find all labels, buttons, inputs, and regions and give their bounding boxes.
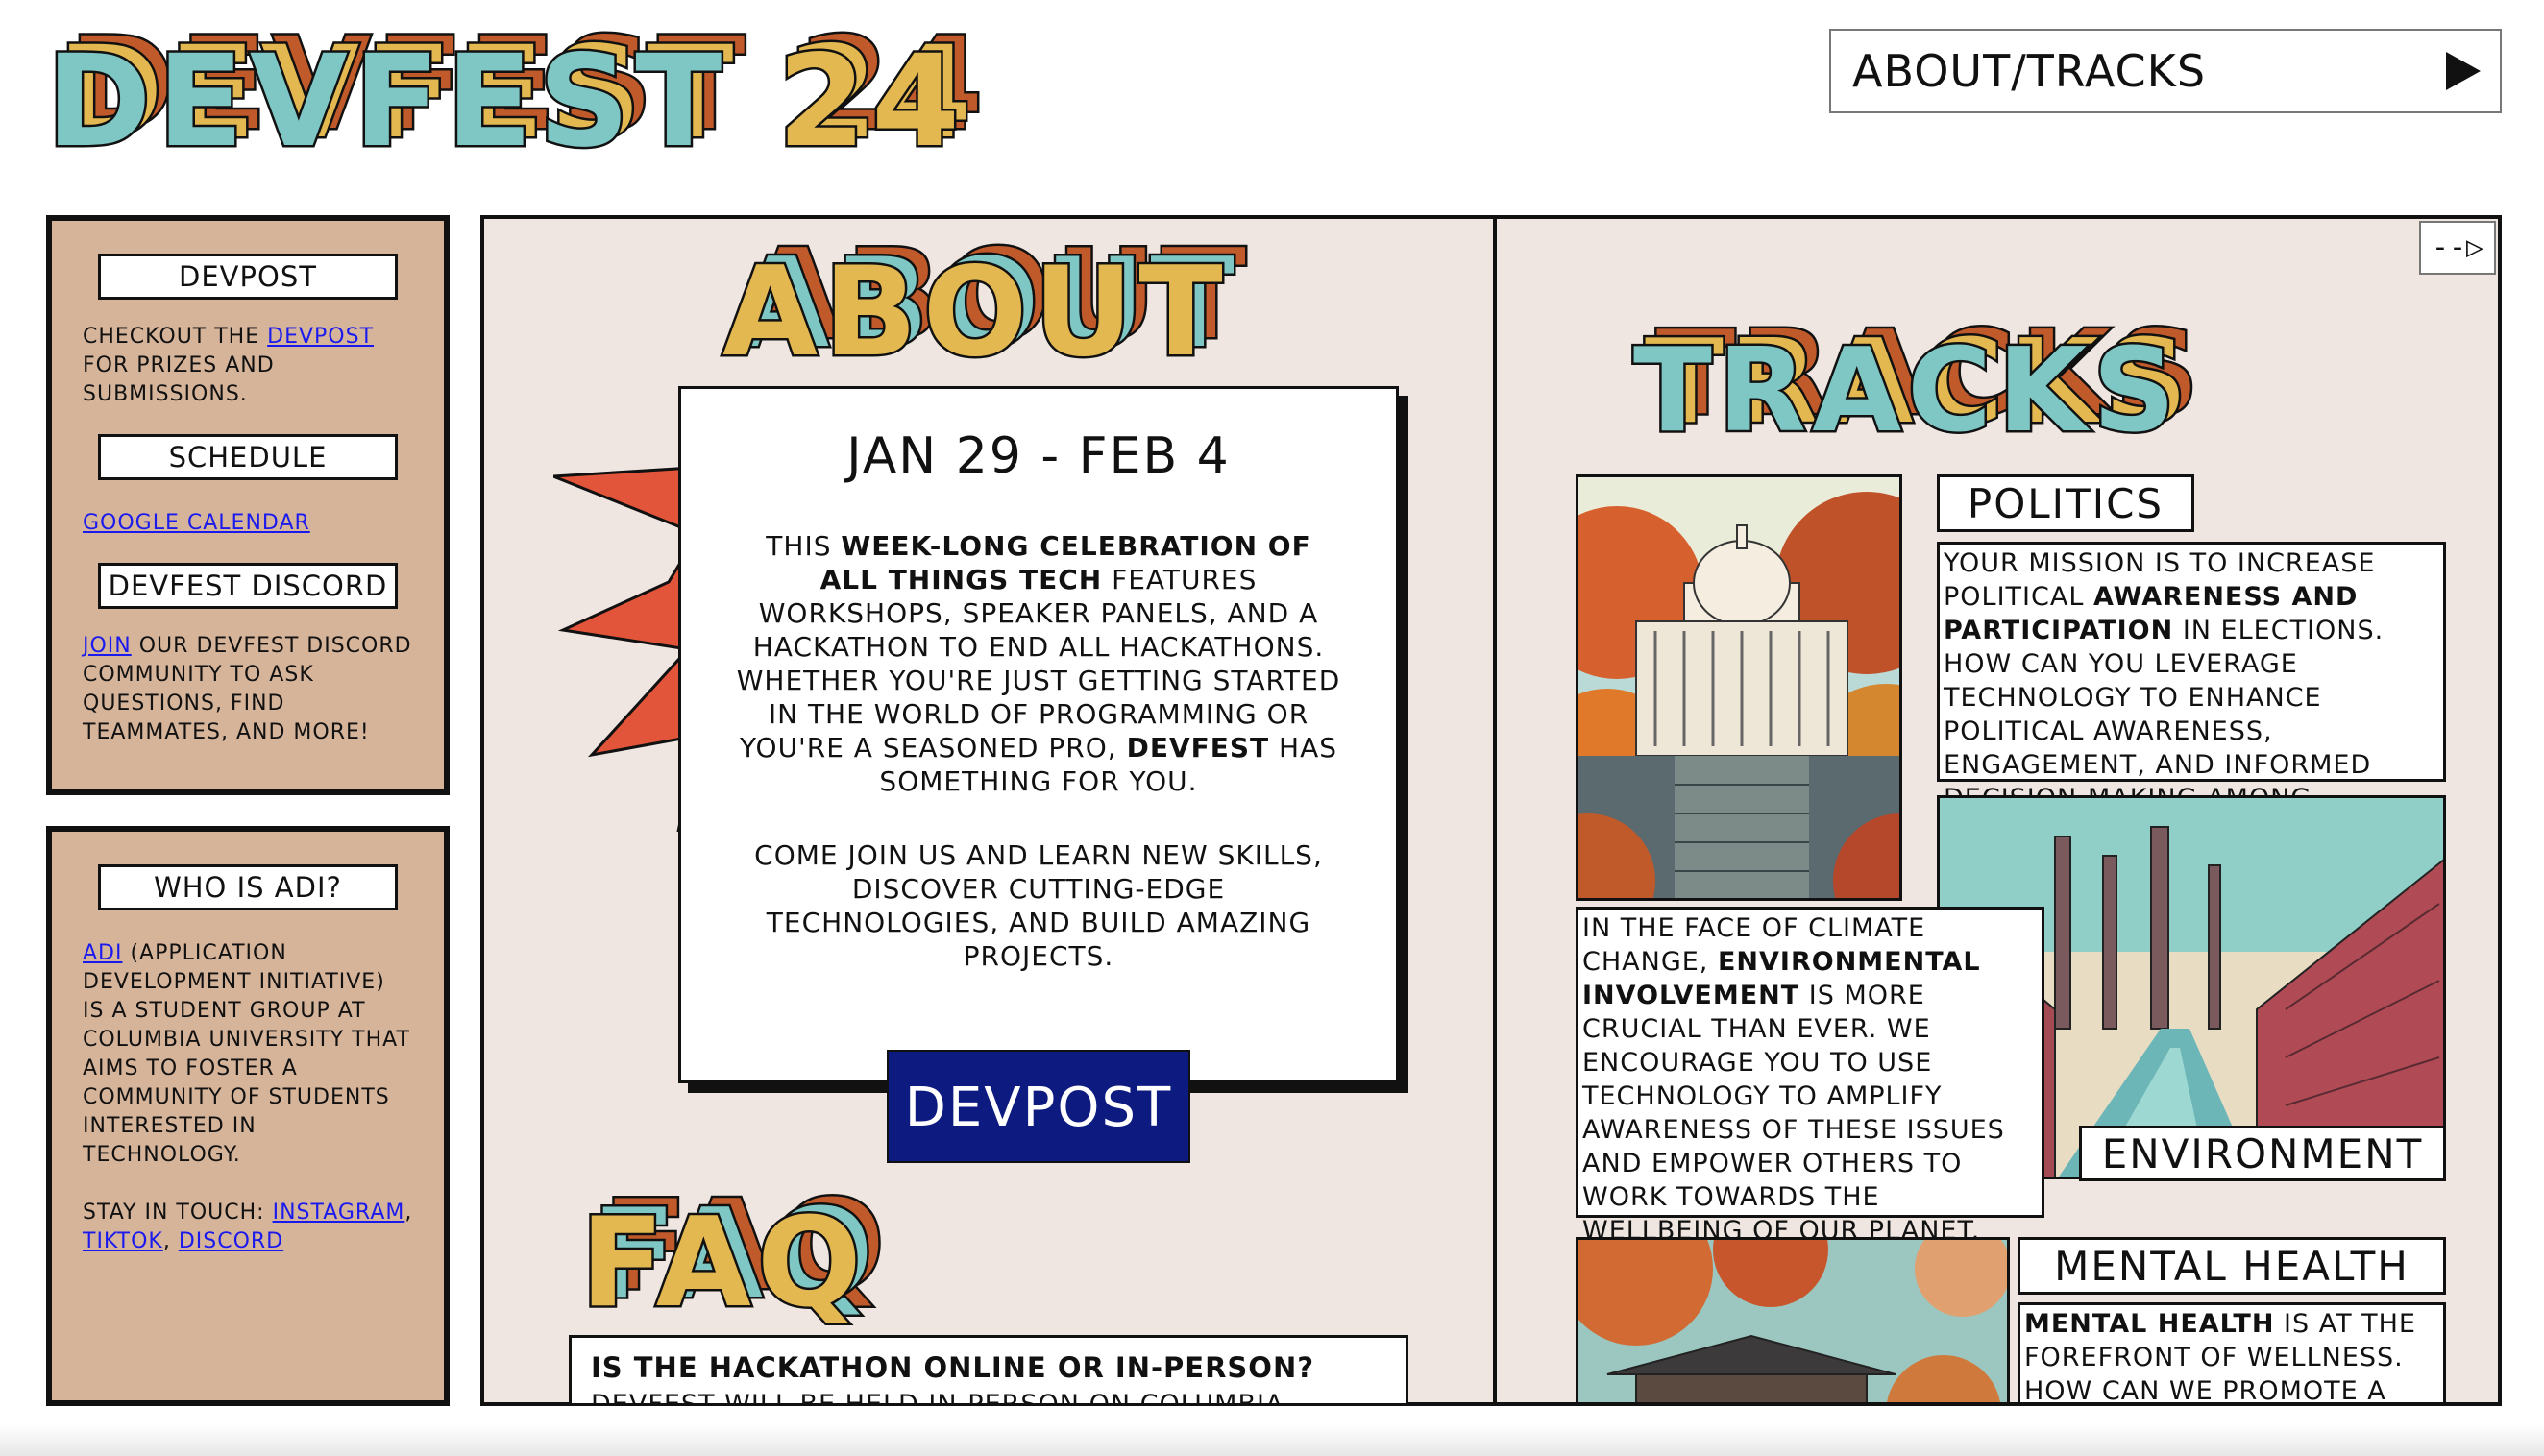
nav-label: ABOUT/TRACKS [1852,45,2207,97]
link-separator: , [404,1201,413,1225]
devpost-text: CHECKOUT THE DEVPOST FOR PRIZES AND SUBM… [52,323,444,409]
faq-answer: DEVFEST WILL BE HELD IN-PERSON ON COLUMB… [591,1390,1284,1406]
devpost-text-after: FOR PRIZES AND SUBMISSIONS. [83,353,275,406]
play-triangle-icon [2446,52,2481,90]
sidebar-card-devpost: DEVPOST CHECKOUT THE DEVPOST FOR PRIZES … [46,215,450,795]
nav-about-tracks[interactable]: ABOUT/TRACKS [1829,29,2502,113]
mental-health-description: MENTAL HEALTH IS AT THE FOREFRONT OF WEL… [2018,1302,2446,1402]
mental-health-desc-bold: MENTAL HEALTH [2024,1309,2275,1339]
politics-description: YOUR MISSION IS TO INCREASE POLITICAL AW… [1937,542,2446,847]
adi-text-after: (APPLICATION DEVELOPMENT INITIATIVE) IS … [83,941,410,1167]
site-title-year: 24 [775,28,966,176]
schedule-heading: SCHEDULE [98,434,398,480]
about-body-1: THIS [766,530,842,562]
tiktok-link[interactable]: TIKTOK [83,1229,163,1253]
politics-image [1576,474,1902,901]
discord-text-after: OUR DEVFEST DISCORD COMMUNITY TO ASK QUE… [83,634,412,744]
faq-question: IS THE HACKATHON ONLINE OR IN-PERSON? [591,1351,1315,1384]
adi-text: ADI (APPLICATION DEVELOPMENT INITIATIVE)… [52,939,444,1170]
faq-title: FAQ FAQ FAQ [578,1175,891,1335]
site-title: DEVFEST 24 DEVFEST 24 DEVFEST 24 [43,11,990,176]
mental-health-image [1576,1237,2010,1402]
environment-desc-2: IS MORE CRUCIAL THAN EVER. WE ENCOURAGE … [1582,981,2005,1246]
about-card: JAN 29 - FEB 4 THIS WEEK-LONG CELEBRATIO… [678,386,1399,1163]
about-date: JAN 29 - FEB 4 [846,427,1231,485]
discord-link[interactable]: DISCORD [179,1229,283,1253]
link-separator: , [162,1229,179,1253]
instagram-link[interactable]: INSTAGRAM [273,1201,405,1225]
mental-health-label: MENTAL HEALTH [2018,1237,2446,1295]
tracks-title: TRACKS TRACKS TRACKS [1631,307,2205,458]
page-bottom-shadow [0,1425,2544,1456]
devpost-button[interactable]: DEVPOST [887,1050,1190,1163]
about-title: ABOUT ABOUT ABOUT [721,224,1252,384]
environment-label: ENVIRONMENT [2079,1126,2446,1181]
discord-heading: DEVFEST DISCORD [98,563,398,609]
stay-in-touch: STAY IN TOUCH: INSTAGRAM, TIKTOK, DISCOR… [52,1199,444,1256]
faq-item[interactable]: IS THE HACKATHON ONLINE OR IN-PERSON? DE… [569,1335,1408,1406]
adi-heading: WHO IS ADI? [98,864,398,910]
devpost-link[interactable]: DEVPOST [267,325,374,349]
adi-link[interactable]: ADI [83,941,122,965]
site-title-word: DEVFEST [43,28,728,176]
discord-join-link[interactable]: JOIN [83,634,132,658]
stay-in-touch-label: STAY IN TOUCH: [83,1201,273,1225]
about-body-para2: COME JOIN US AND LEARN NEW SKILLS, DISCO… [754,839,1323,972]
next-arrow-icon[interactable]: --▷ [2419,221,2496,275]
devpost-heading: DEVPOST [98,254,398,300]
discord-text: JOIN OUR DEVFEST DISCORD COMMUNITY TO AS… [52,632,444,747]
google-calendar-link[interactable]: GOOGLE CALENDAR [83,511,310,535]
politics-label: POLITICS [1937,474,2194,532]
devpost-text-before: CHECKOUT THE [83,325,268,349]
panel-divider [1493,219,1497,1402]
about-body-bold-2: DEVFEST [1126,732,1270,764]
sidebar-card-adi: WHO IS ADI? ADI (APPLICATION DEVELOPMENT… [46,826,450,1406]
environment-description: IN THE FACE OF CLIMATE CHANGE, ENVIRONME… [1576,907,2044,1246]
about-body: THIS WEEK-LONG CELEBRATION OF ALL THINGS… [733,529,1344,798]
